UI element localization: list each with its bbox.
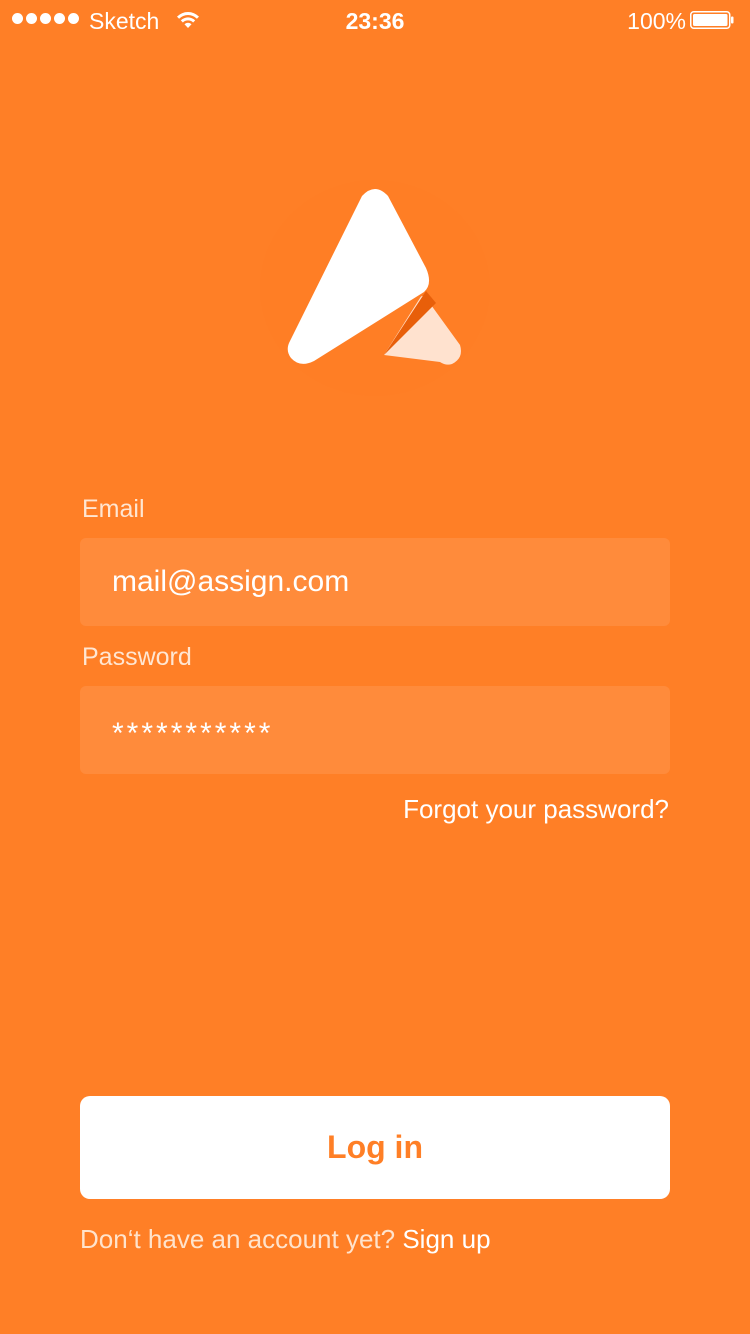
password-field[interactable]: *********** xyxy=(80,686,670,774)
email-value: mail@assign.com xyxy=(112,565,350,598)
app-logo-icon xyxy=(260,180,490,396)
battery-icon xyxy=(690,11,734,29)
email-field[interactable]: mail@assign.com xyxy=(80,538,670,626)
battery-percent: 100% xyxy=(627,8,686,34)
signup-link[interactable]: Sign up xyxy=(402,1224,490,1254)
login-button-label: Log in xyxy=(327,1129,423,1165)
signup-prompt: Don‘t have an account yet? xyxy=(80,1224,396,1254)
forgot-password-link[interactable]: Forgot your password? xyxy=(403,794,669,824)
login-button[interactable]: Log in xyxy=(80,1096,670,1199)
status-bar: Sketch 23:36 100% xyxy=(0,0,750,40)
password-label: Password xyxy=(82,643,192,671)
email-label: Email xyxy=(82,495,145,523)
signup-row: Don‘t have an account yet? Sign up xyxy=(80,1224,491,1254)
password-value: *********** xyxy=(112,717,274,750)
